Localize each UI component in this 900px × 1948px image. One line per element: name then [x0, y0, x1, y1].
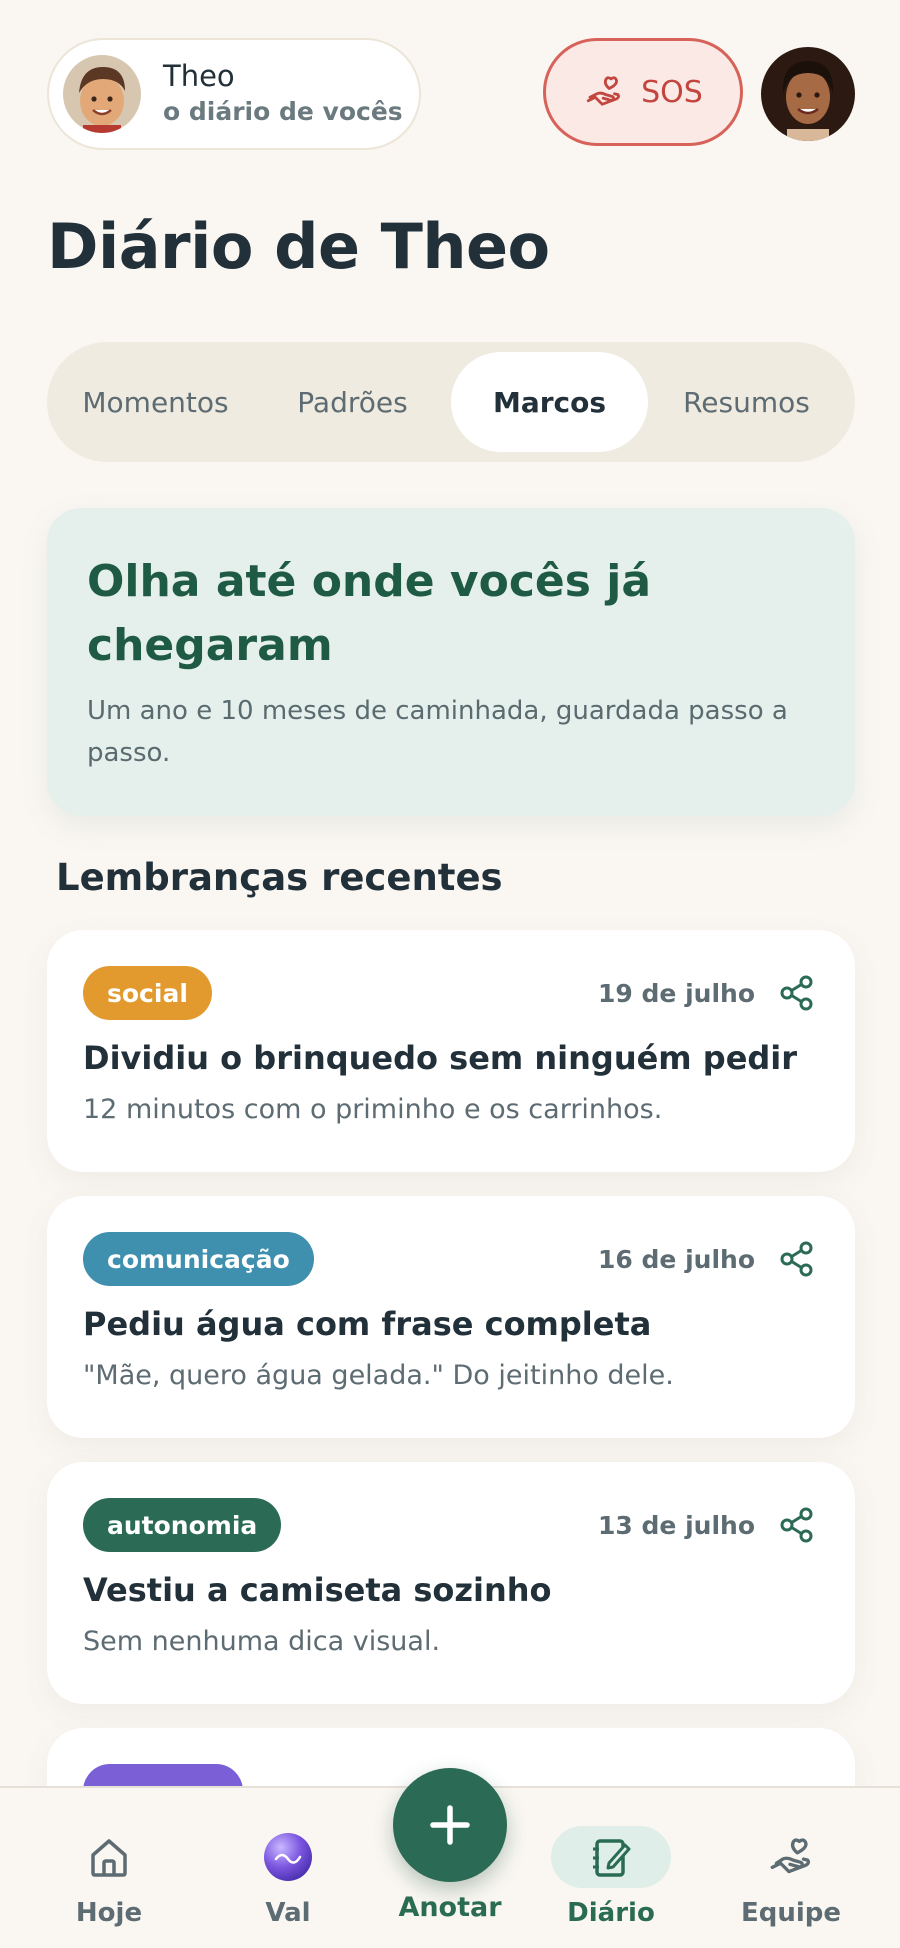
segmented-tabs: Momentos Padrões Marcos Resumos	[47, 342, 855, 462]
nav-item-equipe[interactable]: Equipe	[726, 1826, 856, 1928]
team-hand-icon	[770, 1838, 811, 1874]
child-name: Theo	[163, 59, 235, 93]
tab-padroes[interactable]: Padrões	[254, 352, 451, 452]
tab-resumos[interactable]: Resumos	[648, 352, 845, 452]
heart-hand-icon	[586, 76, 621, 106]
page-title: Diário de Theo	[47, 210, 550, 283]
child-avatar	[63, 55, 141, 133]
share-icon[interactable]	[777, 973, 817, 1013]
memory-title: Vestiu a camiseta sozinho	[83, 1571, 552, 1609]
child-profile-pill[interactable]: Theo o diário de vocês	[47, 38, 421, 150]
milestones-hero-card: Olha até onde vocês já chegaram Um ano e…	[47, 508, 855, 816]
sos-label: SOS	[641, 74, 703, 110]
category-tag: comunicação	[83, 1232, 314, 1286]
share-icon[interactable]	[777, 1505, 817, 1545]
child-subtitle: o diário de vocês	[163, 97, 403, 126]
memory-description: 12 minutos com o priminho e os carrinhos…	[83, 1094, 663, 1125]
plus-icon	[430, 1805, 470, 1845]
memory-card[interactable]: comunicação 16 de julho Pediu água com f…	[47, 1196, 855, 1438]
hero-subtitle: Um ano e 10 meses de caminhada, guardada…	[87, 696, 788, 768]
fab-label[interactable]: Anotar	[390, 1892, 510, 1923]
memory-title: Dividiu o brinquedo sem ninguém pedir	[83, 1039, 798, 1077]
memory-description: "Mãe, quero água gelada." Do jeitinho de…	[83, 1360, 674, 1391]
memory-card[interactable]: autonomia 13 de julho Vestiu a camiseta …	[47, 1462, 855, 1704]
nav-item-hoje[interactable]: Hoje	[44, 1826, 174, 1928]
category-tag: social	[83, 966, 212, 1020]
share-icon[interactable]	[777, 1239, 817, 1279]
nav-label: Equipe	[740, 1898, 842, 1928]
nav-label: Val	[265, 1898, 311, 1928]
user-avatar[interactable]	[761, 47, 855, 141]
nav-item-val[interactable]: Val	[223, 1826, 353, 1928]
memory-card[interactable]: social 19 de julho Dividiu o brinquedo s…	[47, 930, 855, 1172]
val-orb-icon	[264, 1833, 312, 1881]
home-icon	[91, 1839, 127, 1877]
memory-date: 19 de julho	[598, 978, 755, 1008]
nav-label: Hoje	[75, 1898, 143, 1928]
memory-description: Sem nenhuma dica visual.	[83, 1626, 441, 1657]
memory-date: 13 de julho	[598, 1510, 755, 1540]
hero-title: Olha até onde vocês já chegaram	[87, 556, 652, 671]
nav-item-diario[interactable]: Diário	[546, 1826, 676, 1928]
memory-title: Pediu água com frase completa	[83, 1305, 652, 1343]
journal-icon	[593, 1839, 631, 1877]
memory-date: 16 de julho	[598, 1244, 755, 1274]
tab-marcos[interactable]: Marcos	[451, 352, 648, 452]
add-note-fab[interactable]	[393, 1768, 507, 1882]
sos-button[interactable]: SOS	[543, 38, 743, 146]
category-tag: autonomia	[83, 1498, 282, 1552]
tab-momentos[interactable]: Momentos	[57, 352, 254, 452]
nav-label: Diário	[567, 1898, 655, 1928]
section-title: Lembranças recentes	[56, 856, 503, 899]
